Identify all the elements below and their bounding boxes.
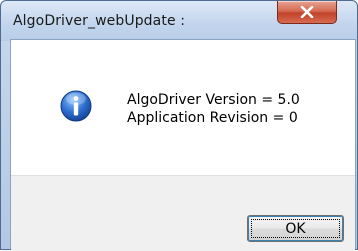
close-icon — [300, 6, 314, 18]
close-button[interactable] — [277, 1, 337, 24]
message-text: AlgoDriver Version = 5.0 Application Rev… — [127, 91, 300, 127]
ok-button[interactable]: OK — [247, 215, 344, 242]
version-line: AlgoDriver Version = 5.0 — [127, 92, 300, 108]
message-box-window: AlgoDriver_webUpdate : AlgoDriver Versio… — [0, 0, 358, 251]
revision-line: Application Revision = 0 — [127, 110, 298, 126]
ok-button-label: OK — [285, 220, 306, 237]
window-title: AlgoDriver_webUpdate : — [13, 13, 186, 29]
info-icon — [60, 90, 92, 122]
dialog-body: AlgoDriver Version = 5.0 Application Rev… — [10, 39, 356, 251]
title-bar[interactable]: AlgoDriver_webUpdate : — [1, 1, 357, 41]
button-bar: OK — [11, 175, 355, 251]
